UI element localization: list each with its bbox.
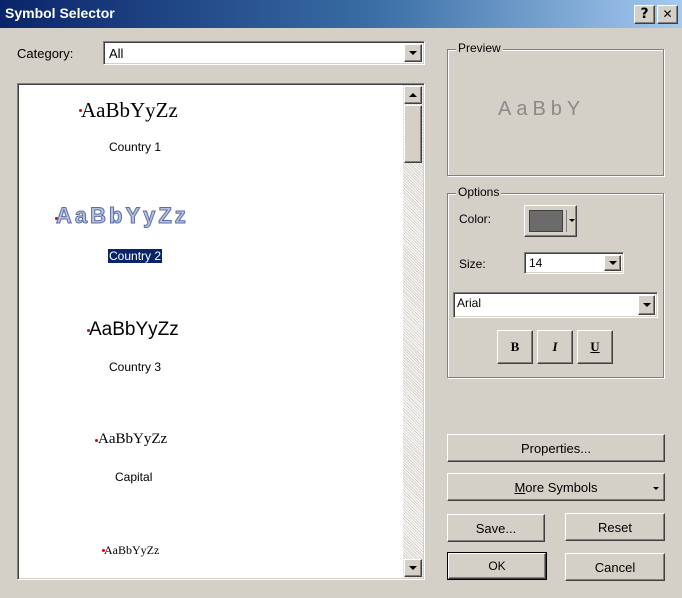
size-label: Size: (459, 257, 486, 271)
ok-button[interactable]: OK (447, 552, 547, 580)
more-symbols-button[interactable]: More Symbols (447, 473, 665, 501)
chevron-down-icon (608, 261, 617, 265)
symbol-item-country-1[interactable]: AaBbYyZz Country 1 (18, 84, 403, 192)
chevron-down-icon (642, 303, 651, 307)
category-dropdown-button[interactable] (404, 44, 422, 62)
symbol-item-5[interactable]: AaBbYyZz (18, 522, 403, 579)
window-title: Symbol Selector (5, 5, 115, 21)
category-label: Category: (17, 46, 74, 61)
scroll-thumb[interactable] (404, 105, 422, 163)
help-button[interactable]: ? (634, 5, 655, 24)
category-dropdown[interactable]: All (103, 41, 425, 65)
reset-button[interactable]: Reset (565, 513, 665, 541)
chevron-down-icon (569, 219, 575, 222)
close-button[interactable]: ✕ (657, 5, 678, 24)
scroll-up-button[interactable] (404, 86, 422, 104)
scroll-down-button[interactable] (404, 559, 422, 577)
chevron-down-icon (409, 51, 417, 55)
title-bar[interactable]: Symbol Selector ? ✕ (0, 0, 682, 28)
size-value: 14 (529, 256, 543, 270)
ok-button-label: OK (448, 553, 546, 579)
category-value: All (109, 46, 124, 61)
font-dropdown[interactable]: Arial (453, 292, 658, 318)
size-dropdown[interactable]: 14 (524, 252, 624, 274)
symbol-name: Capital (115, 470, 153, 484)
save-button[interactable]: Save... (447, 514, 545, 542)
chevron-up-icon (409, 93, 417, 97)
symbol-sample: AaBbYyZz (104, 543, 160, 557)
bold-button[interactable]: B (497, 330, 533, 364)
chevron-down-icon (653, 487, 659, 490)
symbol-list[interactable]: AaBbYyZz Country 1 AaBbYyZz Country 2 Aa… (17, 83, 425, 580)
cancel-button[interactable]: Cancel (565, 553, 665, 581)
symbol-item-country-3[interactable]: AaBbYyZz Country 3 (18, 302, 403, 412)
preview-group: AaBbY (447, 49, 664, 176)
color-swatch (529, 210, 563, 232)
preview-sample: AaBbY (498, 98, 586, 120)
symbol-sample: AaBbYyZz (89, 319, 179, 340)
more-symbols-label: More Symbols (514, 480, 597, 495)
symbol-name-selected: Country 2 (106, 248, 164, 264)
symbol-sample: AaBbYyZz (56, 203, 189, 229)
close-icon: ✕ (662, 7, 673, 21)
color-divider (566, 210, 567, 232)
size-dropdown-button[interactable] (604, 255, 621, 271)
more-symbols-mnemonic: M (514, 479, 526, 495)
more-symbols-rest: ore Symbols (525, 479, 598, 495)
symbol-name: Country 1 (109, 140, 162, 154)
symbol-list-items: AaBbYyZz Country 1 AaBbYyZz Country 2 Aa… (18, 84, 403, 579)
color-label: Color: (459, 212, 492, 226)
vertical-scrollbar[interactable] (403, 85, 423, 578)
underline-button[interactable]: U (577, 330, 613, 364)
chevron-down-icon (409, 566, 417, 570)
symbol-sample: AaBbYyZz (98, 431, 168, 447)
symbol-item-country-2[interactable]: AaBbYyZz Country 2 (18, 192, 403, 302)
options-label: Options (456, 185, 502, 199)
symbol-name: Country 3 (109, 360, 162, 374)
preview-label: Preview (456, 41, 503, 55)
symbol-sample: AaBbYyZz (81, 98, 178, 122)
font-dropdown-button[interactable] (638, 295, 655, 315)
properties-button[interactable]: Properties... (447, 434, 665, 462)
symbol-item-capital[interactable]: AaBbYyZz Capital (18, 412, 403, 522)
italic-button[interactable]: I (537, 330, 573, 364)
color-picker-button[interactable] (524, 205, 577, 237)
font-value: Arial (457, 296, 482, 310)
